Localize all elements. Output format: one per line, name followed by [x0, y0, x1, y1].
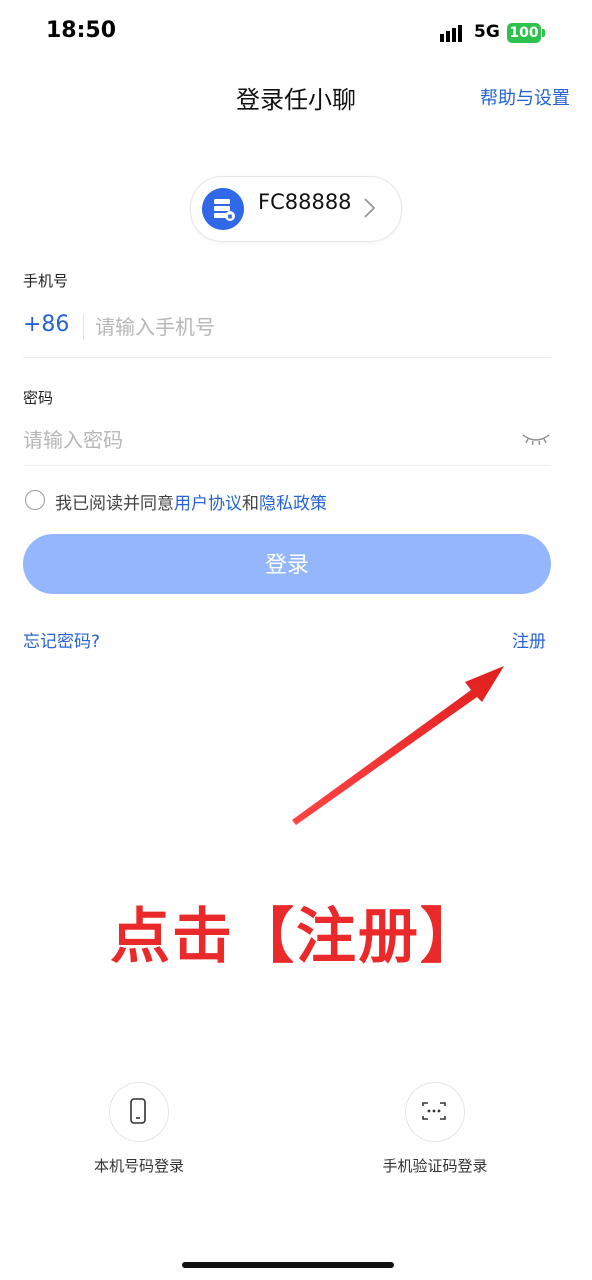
agreement-prefix: 我已阅读并同意 [55, 494, 174, 514]
agreement-checkbox[interactable] [25, 490, 45, 510]
agreement-and: 和 [242, 494, 259, 514]
password-label: 密码 [23, 389, 54, 407]
register-link[interactable]: 注册 [512, 627, 546, 652]
battery-cap [542, 29, 545, 37]
help-settings-link[interactable]: 帮助与设置 [480, 84, 570, 110]
divider [83, 314, 84, 340]
home-indicator [182, 1262, 394, 1268]
server-icon [202, 188, 244, 230]
local-number-login-label: 本机号码登录 [93, 1157, 184, 1175]
sms-code-icon [422, 1102, 446, 1120]
user-agreement-link[interactable]: 用户协议 [174, 494, 242, 514]
login-button[interactable]: 登录 [23, 534, 551, 594]
country-code-selector[interactable]: +86 [23, 312, 69, 337]
agreement-text: 我已阅读并同意用户协议和隐私政策 [55, 489, 327, 514]
privacy-policy-link[interactable]: 隐私政策 [259, 494, 327, 514]
chevron-right-icon [364, 198, 376, 218]
status-time: 18:50 [46, 18, 117, 43]
network-type: 5G [474, 22, 500, 42]
sms-code-login-label: 手机验证码登录 [382, 1157, 488, 1175]
battery-icon: 100 [507, 23, 541, 43]
phone-input[interactable] [95, 311, 535, 343]
forgot-password-link[interactable]: 忘记密码? [23, 627, 100, 652]
password-input[interactable] [23, 424, 503, 456]
server-code: FC88888 [258, 190, 352, 214]
phone-icon [130, 1098, 146, 1124]
divider [23, 357, 551, 358]
divider [23, 465, 551, 466]
eye-closed-icon[interactable] [520, 428, 552, 448]
phone-label: 手机号 [23, 272, 69, 290]
signal-icon [440, 25, 462, 42]
annotation-text: 点击【注册】 [110, 902, 482, 972]
